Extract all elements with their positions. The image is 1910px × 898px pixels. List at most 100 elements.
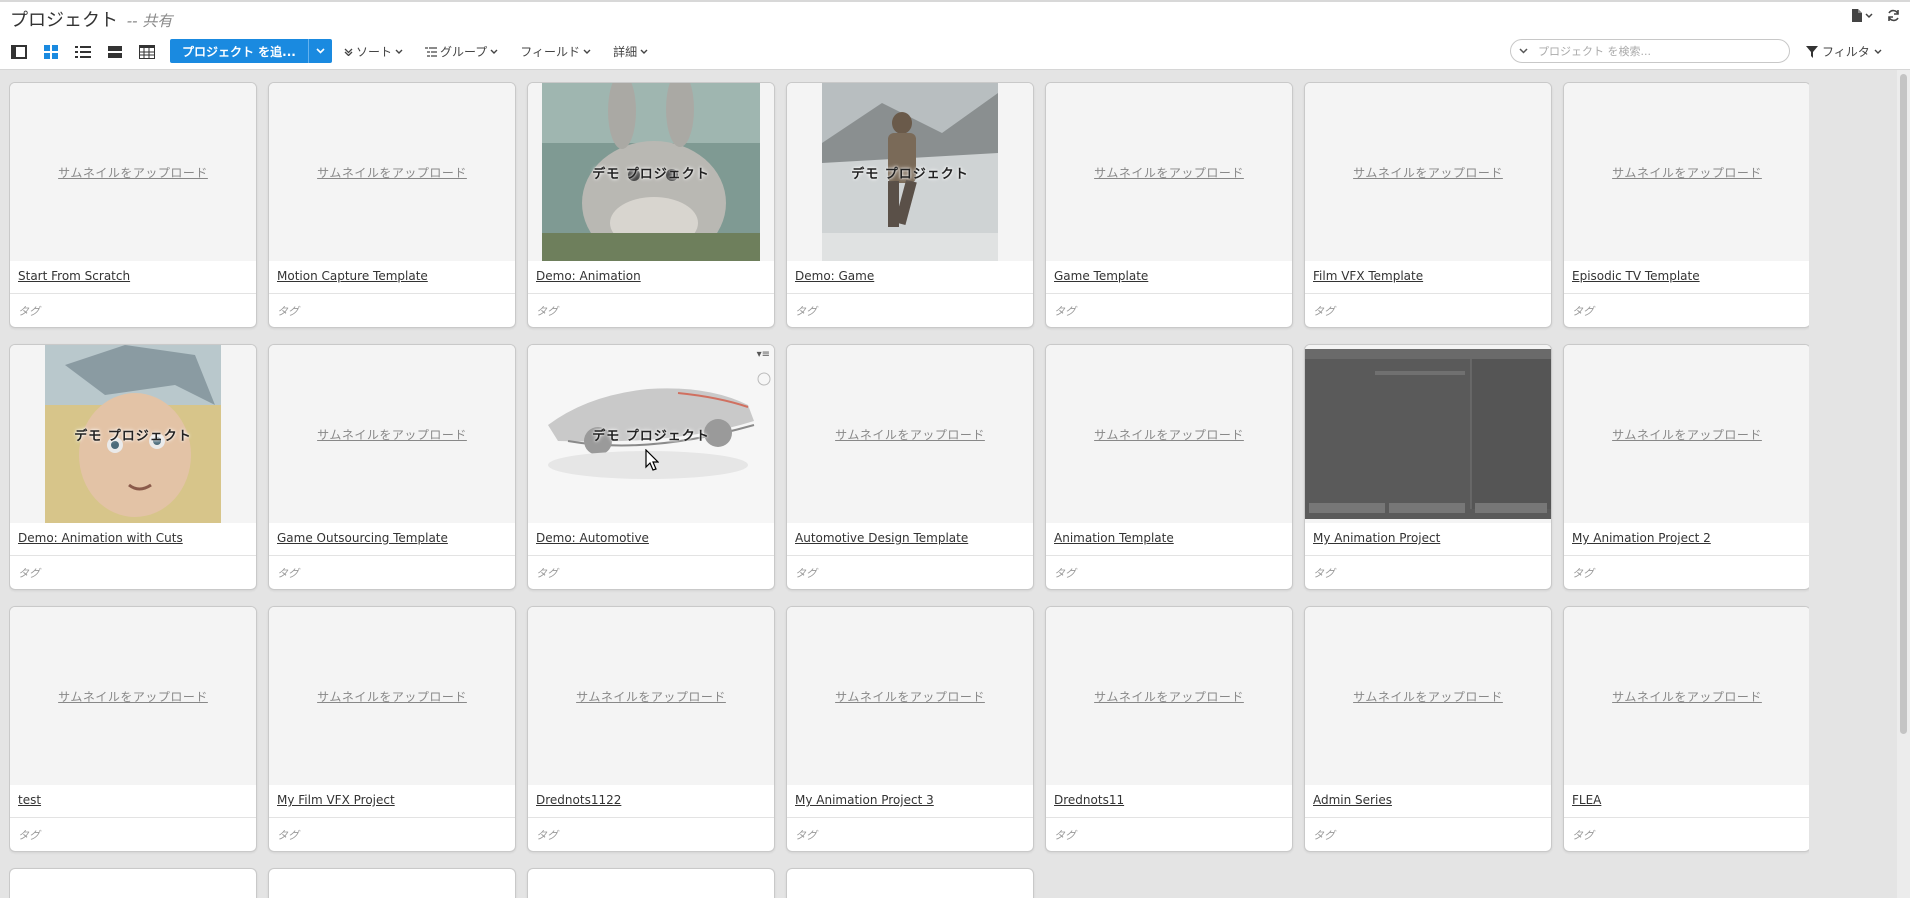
project-name-link[interactable]: Demo: Animation [536, 269, 641, 283]
table-view-button[interactable] [136, 41, 158, 63]
row-view-button[interactable] [104, 41, 126, 63]
upload-thumbnail-link[interactable]: サムネイルをアップロード [576, 688, 726, 705]
project-name-link[interactable]: Start From Scratch [18, 269, 130, 283]
project-name-link[interactable]: Game Outsourcing Template [277, 531, 448, 545]
details-menu[interactable]: 詳細 [613, 43, 648, 60]
project-tags-field[interactable]: タグ [1054, 565, 1076, 581]
project-card[interactable]: サムネイルをアップロード My Film VFX Project タグ [268, 606, 516, 852]
project-thumbnail[interactable]: サムネイルをアップロード [1046, 345, 1292, 523]
project-name-link[interactable]: Game Template [1054, 269, 1148, 283]
project-card[interactable] [9, 868, 257, 898]
project-card[interactable]: サムネイルをアップロード Admin Series タグ [1304, 606, 1552, 852]
project-card[interactable]: サムネイルをアップロード Start From Scratch タグ [9, 82, 257, 328]
add-project-dropdown[interactable] [307, 39, 332, 63]
project-tags-field[interactable]: タグ [1313, 565, 1335, 581]
project-name-link[interactable]: Demo: Automotive [536, 531, 649, 545]
project-thumbnail[interactable]: サムネイルをアップロード [10, 607, 256, 785]
upload-thumbnail-link[interactable]: サムネイルをアップロード [835, 688, 985, 705]
project-tags-field[interactable]: タグ [1313, 827, 1335, 843]
project-thumbnail[interactable]: デモ プロジェクト ▾≡ [528, 345, 774, 523]
project-thumbnail[interactable]: サムネイルをアップロード [1046, 607, 1292, 785]
project-tags-field[interactable]: タグ [18, 565, 40, 581]
project-tags-field[interactable]: タグ [795, 303, 817, 319]
project-name-link[interactable]: My Animation Project 3 [795, 793, 934, 807]
upload-thumbnail-link[interactable]: サムネイルをアップロード [1094, 688, 1244, 705]
sort-menu[interactable]: ソート [344, 43, 403, 60]
project-name-link[interactable]: Episodic TV Template [1572, 269, 1700, 283]
fields-menu[interactable]: フィールド [520, 43, 591, 60]
scrollbar-thumb[interactable] [1900, 74, 1907, 734]
project-card[interactable]: サムネイルをアップロード Automotive Design Template タグ [786, 344, 1034, 590]
project-tags-field[interactable]: タグ [795, 827, 817, 843]
project-thumbnail[interactable]: サムネイルをアップロード [1564, 83, 1809, 261]
page-menu-button[interactable] [1851, 9, 1873, 22]
project-name-link[interactable]: My Animation Project 2 [1572, 531, 1711, 545]
project-name-link[interactable]: Automotive Design Template [795, 531, 968, 545]
upload-thumbnail-link[interactable]: サムネイルをアップロード [1612, 688, 1762, 705]
project-tags-field[interactable]: タグ [536, 827, 558, 843]
project-card[interactable]: サムネイルをアップロード Episodic TV Template タグ [1563, 82, 1809, 328]
project-tags-field[interactable]: タグ [277, 565, 299, 581]
project-thumbnail[interactable]: サムネイルをアップロード [528, 607, 774, 785]
list-view-button[interactable] [72, 41, 94, 63]
filter-button[interactable]: フィルタ [1806, 43, 1882, 60]
project-thumbnail[interactable]: サムネイルをアップロード [1046, 83, 1292, 261]
chevron-down-icon[interactable] [1519, 48, 1528, 54]
project-thumbnail[interactable]: サムネイルをアップロード [1564, 345, 1809, 523]
refresh-button[interactable] [1887, 9, 1900, 22]
project-tags-field[interactable]: タグ [536, 565, 558, 581]
project-card[interactable]: サムネイルをアップロード Drednots11 タグ [1045, 606, 1293, 852]
project-thumbnail[interactable]: デモ プロジェクト [10, 345, 256, 523]
project-card[interactable]: デモ プロジェクト Demo: Game タグ [786, 82, 1034, 328]
project-thumbnail[interactable]: デモ プロジェクト [787, 83, 1033, 261]
project-name-link[interactable]: My Animation Project [1313, 531, 1440, 545]
project-card[interactable]: サムネイルをアップロード My Animation Project 3 タグ [786, 606, 1034, 852]
scrollbar[interactable] [1897, 70, 1910, 898]
project-tags-field[interactable]: タグ [1054, 303, 1076, 319]
project-name-link[interactable]: Demo: Game [795, 269, 874, 283]
project-card[interactable] [786, 868, 1034, 898]
project-thumbnail[interactable]: サムネイルをアップロード [1305, 607, 1551, 785]
project-thumbnail[interactable]: サムネイルをアップロード [269, 83, 515, 261]
project-name-link[interactable]: Admin Series [1313, 793, 1392, 807]
project-tags-field[interactable]: タグ [795, 565, 817, 581]
project-tags-field[interactable]: タグ [1054, 827, 1076, 843]
upload-thumbnail-link[interactable]: サムネイルをアップロード [1612, 426, 1762, 443]
project-thumbnail[interactable]: サムネイルをアップロード [10, 83, 256, 261]
project-name-link[interactable]: Film VFX Template [1313, 269, 1423, 283]
project-thumbnail[interactable]: サムネイルをアップロード [1305, 83, 1551, 261]
project-card[interactable]: サムネイルをアップロード Game Outsourcing Template タグ [268, 344, 516, 590]
project-tags-field[interactable]: タグ [1572, 565, 1594, 581]
project-thumbnail[interactable]: サムネイルをアップロード [269, 345, 515, 523]
upload-thumbnail-link[interactable]: サムネイルをアップロード [58, 164, 208, 181]
project-card[interactable]: デモ プロジェクト Demo: Animation with Cuts タグ [9, 344, 257, 590]
upload-thumbnail-link[interactable]: サムネイルをアップロード [317, 426, 467, 443]
thumbnail-view-button[interactable] [40, 41, 62, 63]
project-name-link[interactable]: FLEA [1572, 793, 1601, 807]
project-tags-field[interactable]: タグ [1572, 303, 1594, 319]
project-tags-field[interactable]: タグ [18, 303, 40, 319]
project-card[interactable]: サムネイルをアップロード My Animation Project 2 タグ [1563, 344, 1809, 590]
project-thumbnail[interactable]: サムネイルをアップロード [787, 345, 1033, 523]
project-name-link[interactable]: Demo: Animation with Cuts [18, 531, 183, 545]
project-thumbnail[interactable] [1305, 345, 1551, 523]
project-tags-field[interactable]: タグ [18, 827, 40, 843]
project-tags-field[interactable]: タグ [536, 303, 558, 319]
project-thumbnail[interactable]: サムネイルをアップロード [269, 607, 515, 785]
project-card[interactable]: サムネイルをアップロード Film VFX Template タグ [1304, 82, 1552, 328]
group-menu[interactable]: グループ [425, 43, 498, 60]
project-card[interactable]: サムネイルをアップロード Motion Capture Template タグ [268, 82, 516, 328]
project-name-link[interactable]: test [18, 793, 41, 807]
project-tags-field[interactable]: タグ [277, 827, 299, 843]
upload-thumbnail-link[interactable]: サムネイルをアップロード [1612, 164, 1762, 181]
search-input[interactable] [1538, 44, 1768, 58]
project-card[interactable]: サムネイルをアップロード Drednots1122 タグ [527, 606, 775, 852]
upload-thumbnail-link[interactable]: サムネイルをアップロード [317, 164, 467, 181]
project-tags-field[interactable]: タグ [1572, 827, 1594, 843]
project-tags-field[interactable]: タグ [1313, 303, 1335, 319]
card-menu-icon[interactable]: ▾≡ [757, 349, 770, 360]
project-thumbnail[interactable]: サムネイルをアップロード [1564, 607, 1809, 785]
project-card[interactable]: My Animation Project タグ [1304, 344, 1552, 590]
project-name-link[interactable]: Drednots11 [1054, 793, 1124, 807]
project-card[interactable]: デモ プロジェクト Demo: Animation タグ [527, 82, 775, 328]
